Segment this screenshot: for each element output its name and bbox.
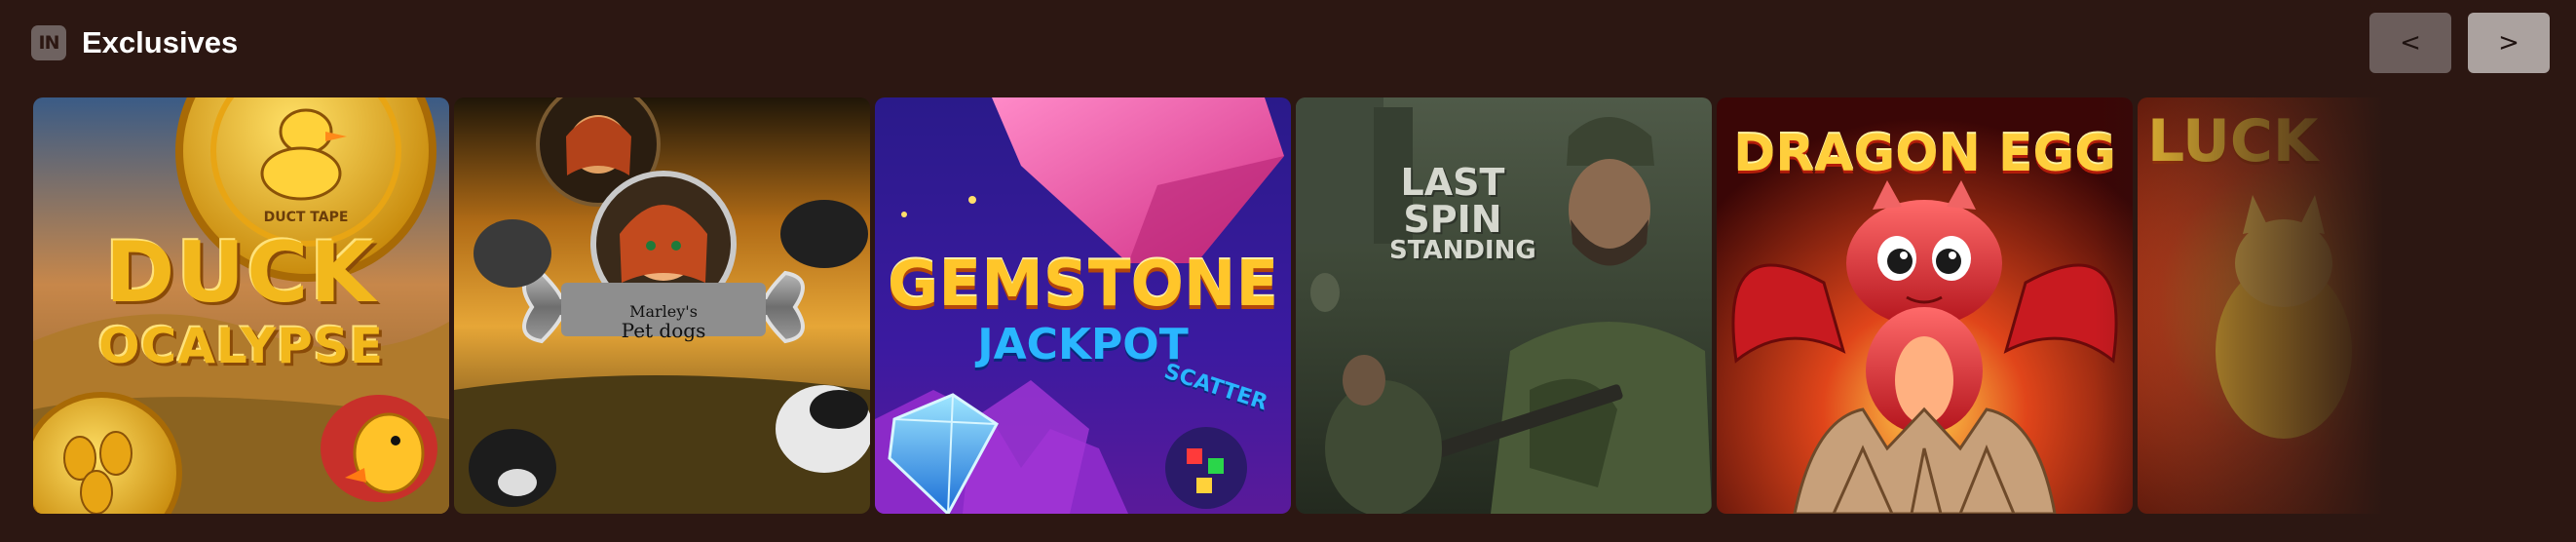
game-card-marleys-pet-dogs[interactable]: Marley's Pet dogs (454, 97, 870, 514)
game-title-line-2: SPIN (1403, 198, 1502, 241)
section-header: IN Exclusives (31, 21, 238, 64)
marley-title: Marley's Pet dogs (595, 303, 732, 342)
carousel-prev-button[interactable]: < (2369, 13, 2451, 73)
game-title-line-1: LAST (1400, 161, 1505, 204)
game-title-line-2: EGG (1998, 125, 2116, 183)
game-card-last-spin-standing[interactable]: LAST SPIN STANDING (1296, 97, 1712, 514)
game-card-duckocalypse[interactable]: DUCT TAPE DUCK OCALYPSE (33, 97, 449, 514)
game-title-line-2: Pet dogs (621, 318, 706, 342)
game-card-luck[interactable]: LUCK (2138, 97, 2554, 514)
game-title-line-2: OCALYPSE (98, 318, 384, 374)
game-title-line-1: GEMSTONE (887, 249, 1279, 321)
dragon-title: DRAGON EGG (1717, 125, 2133, 183)
game-title-line-1: LUCK (2147, 107, 2319, 175)
game-title-line-1: DRAGON (1733, 125, 1981, 183)
last-spin-title: LAST SPIN STANDING (1389, 161, 1536, 265)
duct-tape-label: DUCT TAPE (263, 210, 349, 225)
game-carousel: DUCT TAPE DUCK OCALYPSE Marley's Pet dog… (33, 97, 2576, 514)
game-title-line-3: STANDING (1389, 236, 1536, 265)
game-card-dragon-egg[interactable]: DRAGON EGG (1717, 97, 2133, 514)
carousel-next-button[interactable]: > (2468, 13, 2550, 73)
game-title-line-1: DUCK (105, 224, 377, 322)
section-title: Exclusives (82, 25, 239, 59)
game-card-gemstone-jackpot[interactable]: GEMSTONE JACKPOT SCATTER (875, 97, 1291, 514)
in-logo-icon: IN (31, 25, 66, 60)
game-title-line-2: JACKPOT (977, 320, 1189, 369)
